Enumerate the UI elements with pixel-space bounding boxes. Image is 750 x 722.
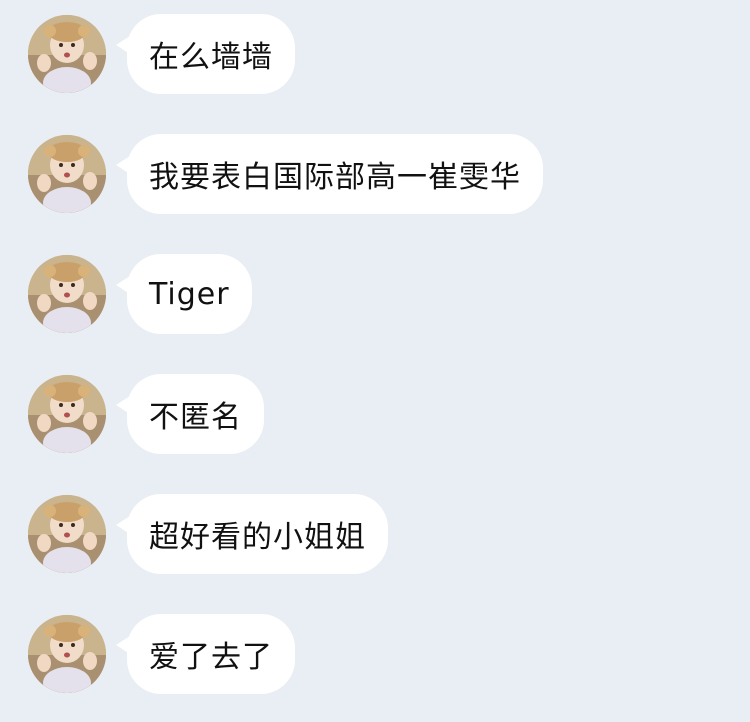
avatar-photo-icon (28, 615, 106, 693)
avatar-photo-icon (28, 495, 106, 573)
message-bubble[interactable]: 我要表白国际部高一崔雯华 (116, 134, 543, 214)
message-text: 爱了去了 (149, 640, 273, 675)
sender-avatar[interactable] (28, 375, 106, 453)
message-bubble[interactable]: 不匿名 (116, 374, 264, 454)
sender-avatar[interactable] (28, 15, 106, 93)
message-bubble[interactable]: 在么墙墙 (116, 14, 295, 94)
message-bubble[interactable]: Tiger (116, 254, 252, 334)
message-text: 我要表白国际部高一崔雯华 (149, 160, 521, 195)
avatar-photo-icon (28, 15, 106, 93)
avatar-photo-icon (28, 255, 106, 333)
sender-avatar[interactable] (28, 615, 106, 693)
chat-message-list: 在么墙墙 我要表白国际部高一崔雯华 Tiger 不匿名 超好看的小姐姐 爱了去了 (0, 0, 750, 722)
message-row: 爱了去了 (28, 614, 295, 694)
message-row: 超好看的小姐姐 (28, 494, 388, 574)
message-text: 超好看的小姐姐 (149, 520, 366, 555)
message-row: Tiger (28, 254, 252, 334)
message-bubble[interactable]: 爱了去了 (116, 614, 295, 694)
sender-avatar[interactable] (28, 255, 106, 333)
message-row: 在么墙墙 (28, 14, 295, 94)
message-bubble[interactable]: 超好看的小姐姐 (116, 494, 388, 574)
message-row: 不匿名 (28, 374, 264, 454)
sender-avatar[interactable] (28, 495, 106, 573)
avatar-photo-icon (28, 375, 106, 453)
message-row: 我要表白国际部高一崔雯华 (28, 134, 543, 214)
message-text: 在么墙墙 (149, 40, 273, 75)
message-text: Tiger (149, 276, 230, 312)
sender-avatar[interactable] (28, 135, 106, 213)
avatar-photo-icon (28, 135, 106, 213)
message-text: 不匿名 (149, 400, 242, 435)
